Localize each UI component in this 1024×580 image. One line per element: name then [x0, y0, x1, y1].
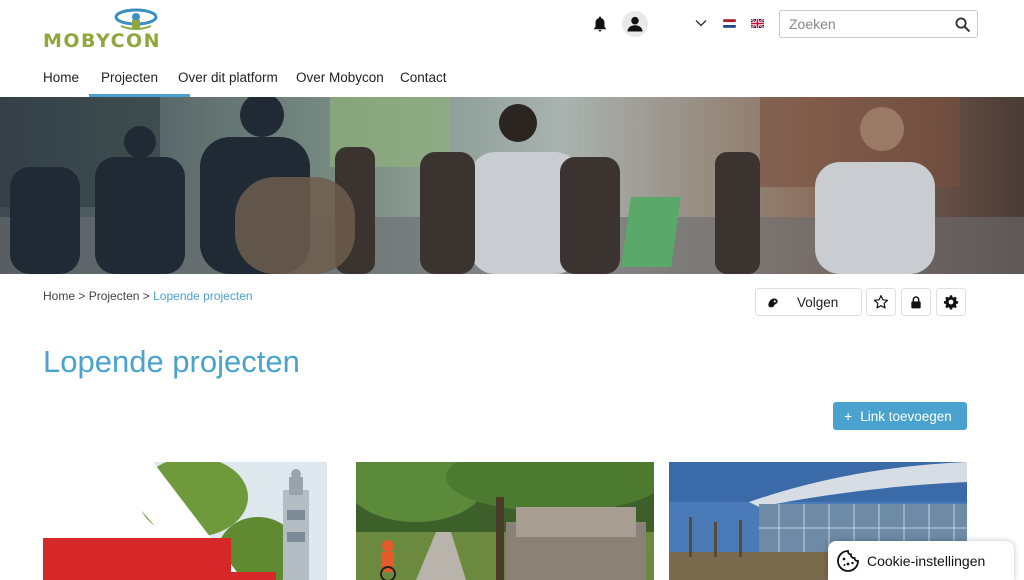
nav-item-projecten[interactable]: Projecten	[89, 64, 190, 97]
main-nav: Home Projecten Over dit platform Over Mo…	[43, 64, 447, 97]
cookie-settings-button[interactable]: Cookie-instellingen	[828, 541, 1014, 580]
add-link-label: Link toevoegen	[860, 408, 952, 424]
en-flag-icon[interactable]	[751, 19, 764, 28]
cookie-settings-label: Cookie-instellingen	[867, 552, 986, 569]
user-menu-button[interactable]	[622, 11, 648, 37]
plus-icon: +	[844, 408, 853, 424]
chevron-down-icon	[695, 20, 707, 27]
bell-icon	[594, 16, 606, 32]
search-icon[interactable]	[954, 16, 971, 33]
follow-button[interactable]: Volgen	[755, 288, 862, 316]
add-link-button[interactable]: + Link toevoegen	[833, 402, 967, 430]
breadcrumb: Home > Projecten > Lopende projecten	[43, 289, 253, 303]
breadcrumb-projecten[interactable]: Projecten	[89, 289, 140, 303]
favorite-button[interactable]	[866, 288, 896, 316]
search-input[interactable]	[780, 11, 950, 37]
notifications-button[interactable]	[588, 12, 612, 36]
nav-item-over-mobycon[interactable]: Over Mobycon	[296, 64, 400, 97]
project-card-image[interactable]	[356, 462, 654, 580]
settings-button[interactable]	[936, 288, 966, 316]
breadcrumb-home[interactable]: Home	[43, 289, 75, 303]
breadcrumb-separator: >	[142, 289, 150, 303]
logo-mark-icon	[114, 8, 158, 30]
page: MOBYCON Ho	[0, 0, 1024, 580]
user-avatar-icon	[627, 16, 643, 32]
star-icon	[873, 295, 889, 309]
cookie-icon	[837, 549, 859, 572]
follow-icon	[768, 298, 778, 308]
gear-icon	[943, 295, 959, 310]
lock-icon	[911, 295, 921, 308]
nl-flag-icon[interactable]	[723, 19, 736, 28]
logo-text: MOBYCON	[43, 30, 162, 52]
search-box	[779, 10, 978, 38]
nav-item-over-dit-platform[interactable]: Over dit platform	[178, 64, 296, 97]
breadcrumb-current[interactable]: Lopende projecten	[153, 289, 252, 303]
nav-item-home[interactable]: Home	[43, 64, 101, 97]
lock-button[interactable]	[901, 288, 931, 316]
follow-label: Volgen	[797, 294, 839, 310]
project-card-image[interactable]	[43, 462, 327, 580]
nav-item-contact[interactable]: Contact	[400, 64, 447, 97]
breadcrumb-separator: >	[78, 289, 86, 303]
language-dropdown[interactable]	[692, 14, 710, 32]
mobycon-logo[interactable]: MOBYCON	[43, 8, 165, 52]
page-title: Lopende projecten	[43, 344, 300, 379]
hero-banner-image	[0, 97, 1024, 274]
